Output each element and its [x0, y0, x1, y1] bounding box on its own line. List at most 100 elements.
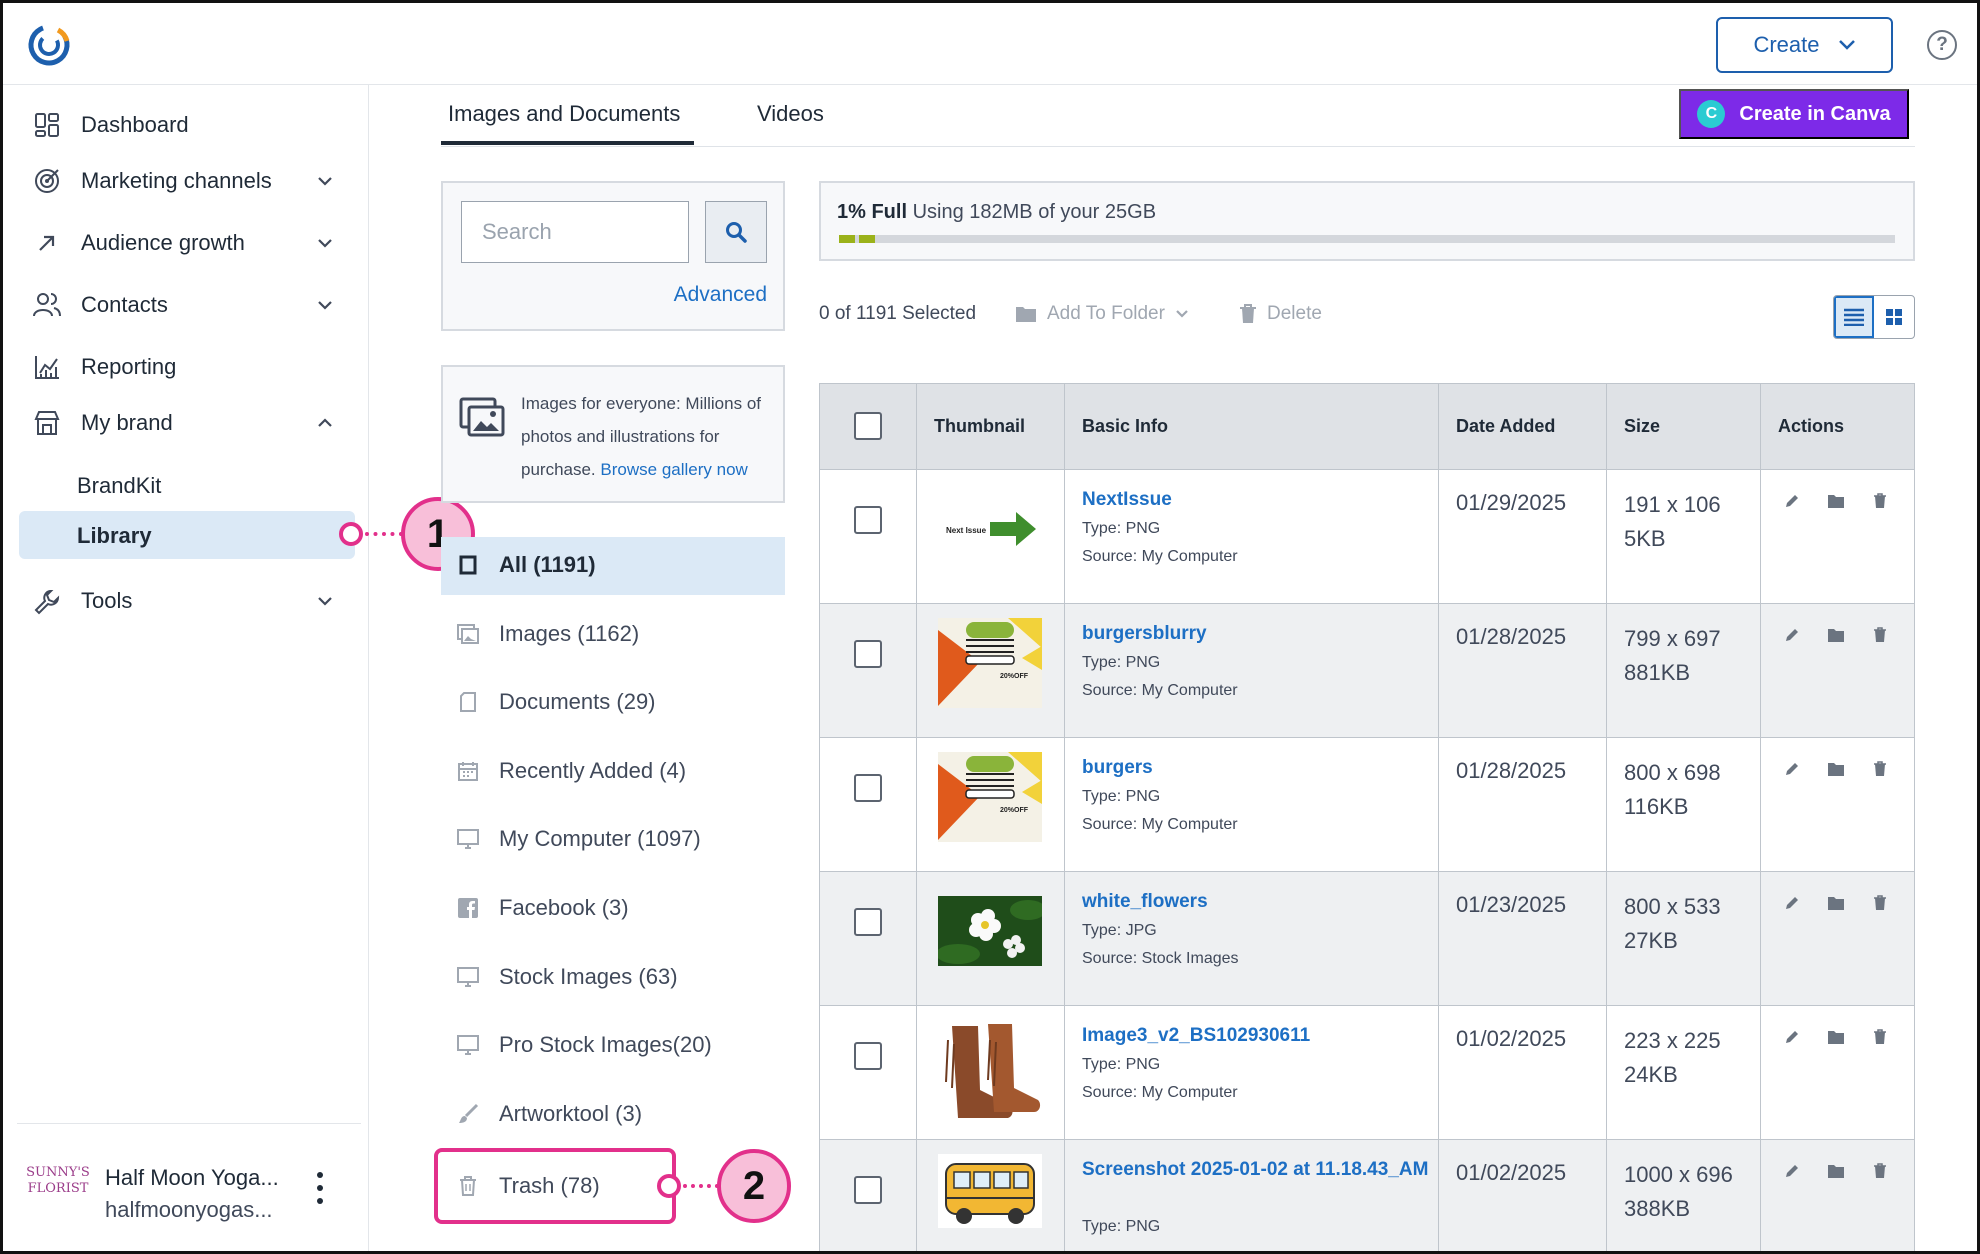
folder-facebook[interactable]: Facebook (3) [455, 895, 629, 921]
view-toggle [1833, 295, 1915, 339]
select-all-checkbox[interactable] [854, 412, 882, 440]
nav-item-reporting[interactable]: Reporting [31, 345, 349, 389]
table-row[interactable]: Screenshot 2025-01-02 at 11.18.43_AM Typ… [820, 1140, 1914, 1251]
delete-icon[interactable] [1871, 894, 1889, 912]
folder-artworktool[interactable]: Artworktool (3) [455, 1101, 642, 1127]
trash-icon [1240, 304, 1256, 323]
chevron-down-icon[interactable] [313, 293, 337, 317]
row-checkbox[interactable] [854, 908, 882, 936]
callout-2-anchor [657, 1174, 681, 1198]
create-in-canva-button[interactable]: C Create in Canva [1679, 89, 1909, 139]
row-checkbox[interactable] [854, 1042, 882, 1070]
file-name-link[interactable]: white_flowers [1082, 888, 1442, 916]
thumbnail-white-flowers[interactable] [938, 886, 1042, 976]
nav-item-audience-growth[interactable]: Audience growth [31, 221, 349, 265]
delete-icon[interactable] [1871, 760, 1889, 778]
thumbnail-school-bus[interactable] [938, 1154, 1042, 1228]
move-to-folder-icon[interactable] [1827, 1162, 1845, 1180]
nav-item-my-brand[interactable]: My brand [31, 401, 349, 445]
move-to-folder-icon[interactable] [1827, 626, 1845, 644]
thumbnail-burger-promo[interactable]: 20%OFF [938, 618, 1042, 708]
delete-icon[interactable] [1871, 1028, 1889, 1046]
chevron-down-icon[interactable] [313, 231, 337, 255]
nav-item-contacts[interactable]: Contacts [31, 283, 349, 327]
file-name-link[interactable]: Image3_v2_BS102930611 [1082, 1022, 1442, 1050]
canva-icon: C [1697, 100, 1726, 128]
file-name-link[interactable]: burgersblurry [1082, 620, 1442, 648]
column-divider [1064, 384, 1065, 1251]
search-input[interactable] [461, 201, 689, 263]
table-row[interactable]: 20%OFF burgers Type: PNG Source: My Comp… [820, 738, 1914, 872]
nav-subitem-brandkit[interactable]: BrandKit [77, 473, 161, 499]
nav-subitem-library-selected[interactable] [19, 511, 355, 559]
browse-gallery-link[interactable]: Browse gallery now [600, 460, 747, 479]
kebab-menu-icon[interactable] [315, 1171, 325, 1205]
callout-1-anchor [339, 522, 363, 546]
row-checkbox[interactable] [854, 506, 882, 534]
thumbnail-text: 20%OFF [1000, 673, 1029, 680]
edit-icon[interactable] [1783, 1028, 1801, 1046]
move-to-folder-icon[interactable] [1827, 1028, 1845, 1046]
edit-icon[interactable] [1783, 1162, 1801, 1180]
storage-bar [839, 235, 1895, 243]
add-to-folder-button[interactable]: Add To Folder [1015, 303, 1189, 325]
advanced-search-link[interactable]: Advanced [674, 283, 767, 307]
row-checkbox[interactable] [854, 1176, 882, 1204]
folder-all[interactable]: All (1191) [455, 552, 596, 578]
folder-images[interactable]: Images (1162) [455, 621, 639, 647]
folder-documents[interactable]: Documents (29) [455, 689, 656, 715]
table-row[interactable]: white_flowers Type: JPG Source: Stock Im… [820, 872, 1914, 1006]
wrench-icon [31, 585, 63, 617]
file-type: Type: PNG [1082, 1056, 1161, 1073]
move-to-folder-icon[interactable] [1827, 492, 1845, 510]
tab-videos[interactable]: Videos [757, 101, 824, 127]
nav-item-marketing-channels[interactable]: Marketing channels [31, 159, 349, 203]
edit-icon[interactable] [1783, 492, 1801, 510]
table-row[interactable]: Next Issue NextIssue Type: PNG Source: M… [820, 470, 1914, 604]
file-name-link[interactable]: burgers [1082, 754, 1442, 782]
file-size: 799 x 697 881KB [1624, 622, 1764, 690]
delete-icon[interactable] [1871, 1162, 1889, 1180]
file-type: Type: PNG [1082, 788, 1161, 805]
thumbnail-boots[interactable] [938, 1020, 1042, 1126]
folder-pro-stock-images[interactable]: Pro Stock Images(20) [455, 1032, 712, 1058]
delete-button[interactable]: Delete [1239, 303, 1322, 325]
nav-item-tools[interactable]: Tools [31, 579, 349, 623]
thumbnail-next-issue[interactable]: Next Issue [938, 484, 1042, 574]
search-button[interactable] [705, 201, 767, 263]
row-checkbox[interactable] [854, 640, 882, 668]
file-name-link[interactable]: NextIssue [1082, 486, 1442, 514]
move-to-folder-icon[interactable] [1827, 894, 1845, 912]
table-row[interactable]: Image3_v2_BS102930611 Type: PNG Source: … [820, 1006, 1914, 1140]
folder-recently-added[interactable]: Recently Added (4) [455, 758, 686, 784]
chevron-up-icon[interactable] [313, 411, 337, 435]
move-to-folder-icon[interactable] [1827, 760, 1845, 778]
delete-icon[interactable] [1871, 626, 1889, 644]
callout-2-line [683, 1184, 719, 1188]
column-header-actions: Actions [1778, 416, 1845, 436]
nav-item-dashboard[interactable]: Dashboard [31, 103, 349, 147]
delete-icon[interactable] [1871, 492, 1889, 510]
file-name-link[interactable]: Screenshot 2025-01-02 at 11.18.43_AM [1082, 1156, 1442, 1184]
table-row[interactable]: 20%OFF burgersblurry Type: PNG Source: M… [820, 604, 1914, 738]
edit-icon[interactable] [1783, 894, 1801, 912]
edit-icon[interactable] [1783, 626, 1801, 644]
create-button[interactable]: Create [1716, 17, 1893, 73]
constant-contact-logo-icon[interactable] [27, 23, 71, 67]
file-dimensions: 799 x 697 [1624, 626, 1721, 651]
row-checkbox[interactable] [854, 774, 882, 802]
tab-images-and-documents[interactable]: Images and Documents [448, 101, 680, 127]
nav-subitem-library[interactable]: Library [77, 523, 152, 549]
edit-icon[interactable] [1783, 760, 1801, 778]
chevron-down-icon[interactable] [313, 589, 337, 613]
folder-stock-images[interactable]: Stock Images (63) [455, 964, 678, 990]
help-icon[interactable]: ? [1927, 30, 1957, 60]
thumbnail-burger-promo[interactable]: 20%OFF [938, 752, 1042, 842]
list-view-button[interactable] [1834, 296, 1875, 338]
folder-my-computer[interactable]: My Computer (1097) [455, 826, 701, 852]
storage-percent: 1% Full [837, 201, 908, 223]
chevron-down-icon[interactable] [313, 169, 337, 193]
account-switcher[interactable]: SUNNY'S FLORIST Half Moon Yoga... halfmo… [25, 1161, 355, 1231]
grid-view-button[interactable] [1874, 296, 1914, 338]
row-actions [1783, 760, 1889, 778]
